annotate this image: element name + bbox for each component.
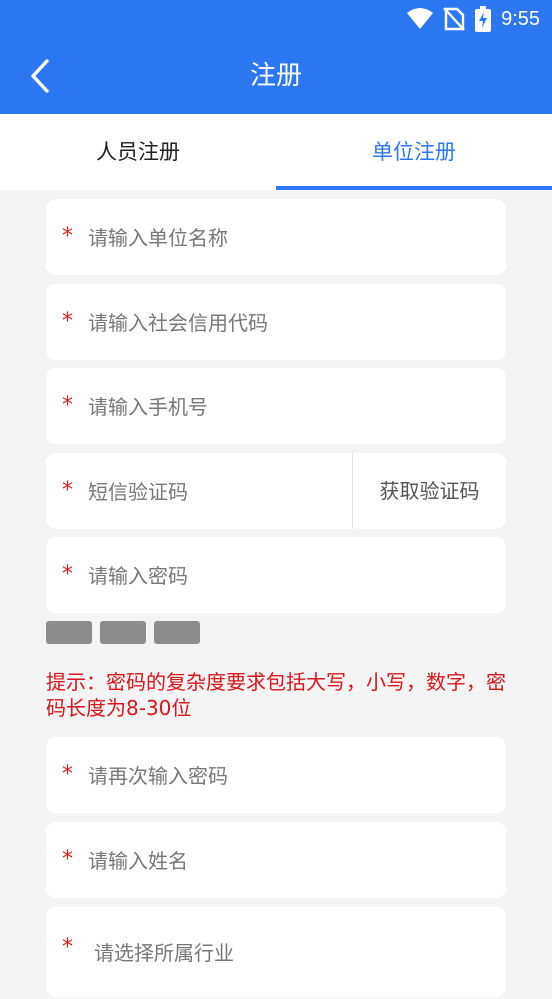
name-input[interactable] — [86, 840, 490, 882]
battery-charging-icon — [475, 6, 492, 32]
password-strength-meter — [46, 621, 200, 644]
required-mark: * — [62, 847, 73, 872]
get-sms-code-button[interactable]: 获取验证码 — [353, 453, 506, 529]
password-hint: 提示：密码的复杂度要求包括大写，小写，数字，密码长度为8-30位 — [46, 670, 506, 720]
required-mark: * — [62, 562, 73, 587]
credit-code-field: * — [46, 284, 506, 360]
page-title: 注册 — [249, 61, 302, 91]
wifi-icon — [407, 8, 434, 29]
tab-unit-registration[interactable]: 单位注册 — [276, 114, 552, 190]
tab-bar: 人员注册 单位注册 — [0, 114, 552, 190]
required-mark: * — [62, 393, 73, 418]
required-mark: * — [62, 224, 73, 249]
required-mark: * — [62, 478, 73, 503]
status-time: 9:55 — [501, 7, 540, 30]
required-mark: * — [62, 309, 73, 334]
no-sim-icon — [443, 7, 465, 31]
required-mark: * — [62, 762, 73, 787]
status-icons: 9:55 — [407, 5, 540, 33]
confirm-password-field: * — [46, 737, 506, 813]
tab-personal-registration[interactable]: 人员注册 — [0, 114, 276, 190]
industry-select-field[interactable]: * 请选择所属行业 — [46, 907, 506, 997]
password-field: * — [46, 537, 506, 613]
org-name-input[interactable] — [86, 217, 490, 259]
status-bar: 9:55 — [0, 0, 552, 38]
confirm-password-input[interactable] — [86, 755, 490, 797]
app-header: 9:55 注册 — [0, 0, 552, 114]
sms-code-field: * 获取验证码 — [46, 453, 506, 529]
name-field: * — [46, 822, 506, 898]
phone-field: * — [46, 368, 506, 444]
org-name-field: * — [46, 199, 506, 275]
phone-input[interactable] — [86, 386, 490, 428]
strength-bar-medium — [100, 621, 146, 644]
strength-bar-weak — [46, 621, 92, 644]
industry-select[interactable]: 请选择所属行业 — [94, 907, 234, 999]
required-mark: * — [62, 935, 73, 960]
password-input[interactable] — [86, 555, 490, 597]
nav-bar: 注册 — [0, 38, 552, 114]
sms-code-input[interactable] — [86, 471, 350, 513]
credit-code-input[interactable] — [86, 302, 490, 344]
strength-bar-strong — [154, 621, 200, 644]
